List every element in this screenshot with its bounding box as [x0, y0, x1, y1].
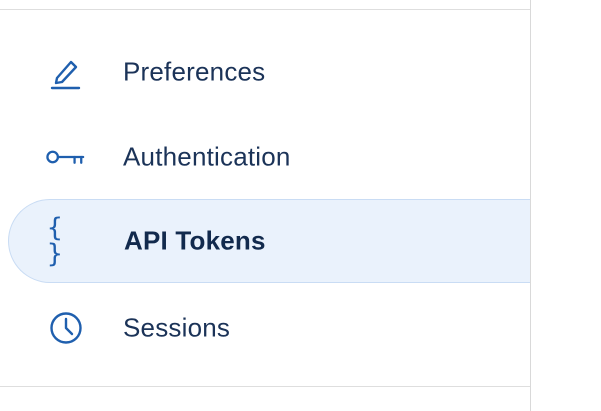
top-divider	[0, 9, 530, 10]
sidebar-item-label: Authentication	[123, 141, 291, 172]
sidebar-item-authentication[interactable]: Authentication	[8, 115, 530, 199]
sidebar-item-sessions[interactable]: Sessions	[8, 286, 530, 370]
braces-icon: { }	[47, 213, 69, 269]
sidebar-item-label: Sessions	[123, 312, 231, 343]
sidebar-item-preferences[interactable]: Preferences	[8, 30, 530, 114]
settings-sidebar: Preferences Authentication { } API Token…	[0, 0, 531, 411]
bottom-divider	[0, 386, 530, 387]
key-icon	[46, 137, 86, 177]
sidebar-item-label: API Tokens	[124, 225, 266, 256]
sidebar-item-api-tokens[interactable]: { } API Tokens	[8, 199, 530, 283]
settings-page: Preferences Authentication { } API Token…	[0, 0, 601, 411]
sidebar-item-label: Preferences	[123, 56, 266, 87]
pencil-icon	[46, 52, 86, 92]
clock-icon	[46, 308, 86, 348]
